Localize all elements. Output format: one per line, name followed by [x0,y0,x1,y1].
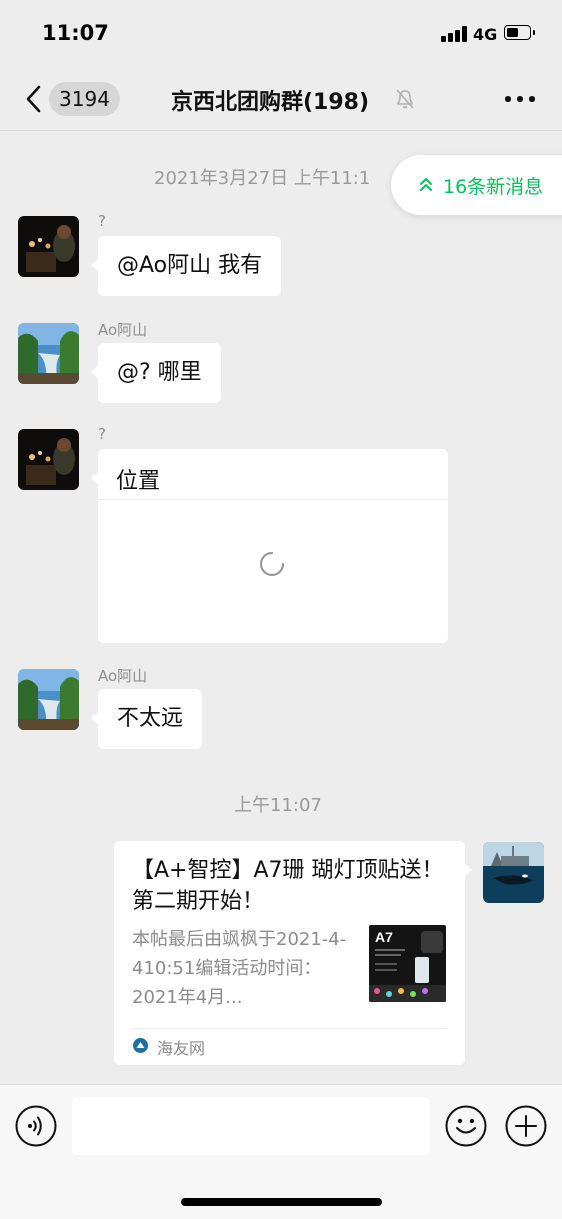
mute-bell-icon [396,89,414,109]
network-type: 4G [473,25,498,44]
chat-header: 3194 京西北团购群(198) [0,68,562,131]
avatar[interactable] [18,429,79,490]
sender-name: ? [98,425,106,443]
time-separator: 上午11:07 [234,795,322,816]
divider [98,499,448,500]
message-bubble[interactable]: 不太远 [90,689,203,749]
source-logo-icon [133,1038,148,1053]
divider [132,1028,447,1029]
location-title: 位置 [116,469,161,494]
link-description: 本帖最后由飒枫于2021-4-410:51编辑活动时间：2021年4月... [132,929,347,1008]
message-input[interactable] [72,1097,430,1155]
link-title: 【A+智控】A7珊 瑚灯顶贴送！第二期开始！ [132,858,444,914]
chat-title: 京西北团购群(198) [171,90,370,115]
loading-spinner-icon [259,551,285,577]
message-bubble[interactable]: @Ao阿山 我有 [90,236,282,296]
message-bubble[interactable]: @? 哪里 [91,343,221,403]
signal-icon [441,26,467,42]
double-chevron-up-icon [420,178,432,191]
my-avatar[interactable] [483,842,544,903]
avatar[interactable] [18,669,79,730]
sender-name: Ao阿山 [98,667,148,685]
location-card[interactable]: 位置 [91,449,448,643]
unread-count-badge[interactable]: 3194 [49,82,120,116]
more-options-icon[interactable] [505,96,535,104]
status-time: 11:07 [42,21,109,45]
battery-icon [504,25,535,40]
new-messages-banner[interactable]: 16条新消息 [391,155,562,215]
link-card[interactable]: 【A+智控】A7珊 瑚灯顶贴送！第二期开始！ 本帖最后由飒枫于2021-4-41… [114,841,472,1065]
link-thumbnail: A7 [369,925,446,1002]
back-chevron-icon[interactable] [24,82,46,116]
status-bar: 11:07 4G [0,0,562,68]
home-indicator [181,1198,382,1206]
plus-icon[interactable] [505,1105,547,1147]
avatar[interactable] [18,323,79,384]
new-messages-label: 16条新消息 [443,176,544,198]
avatar[interactable] [18,216,79,277]
svg-text:A7: A7 [375,929,393,945]
sender-name: ? [98,212,106,230]
source-name: 海友网 [157,1039,206,1058]
voice-input-icon[interactable] [15,1105,57,1147]
emoji-icon[interactable] [445,1105,487,1147]
sender-name: Ao阿山 [98,321,148,339]
time-separator: 2021年3月27日 上午11:1 [154,168,371,189]
